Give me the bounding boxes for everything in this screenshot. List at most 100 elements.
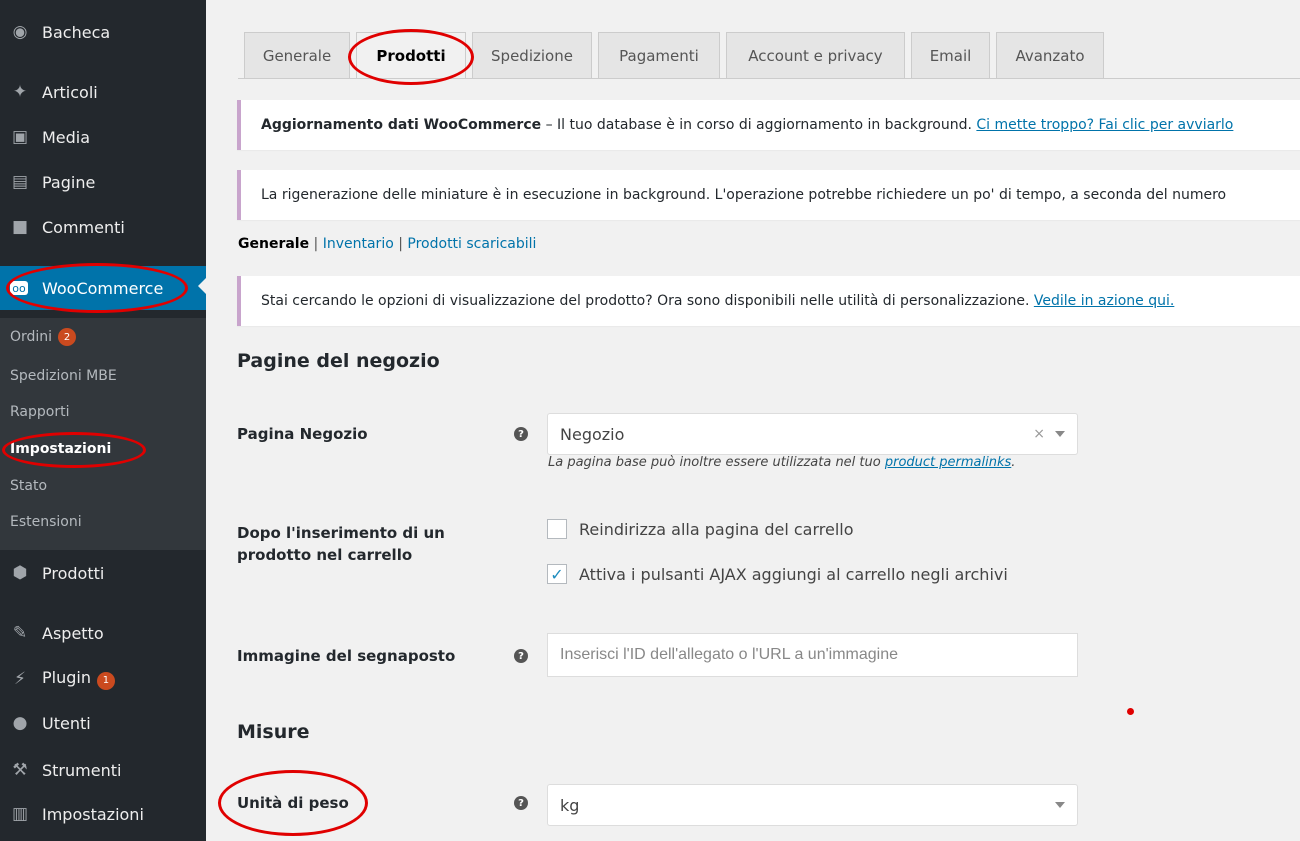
display-options-notice: Stai cercando le opzioni di visualizzazi… (237, 276, 1300, 326)
thumbnail-notice: La rigenerazione delle miniature è in es… (237, 170, 1300, 220)
section-title-shop-pages: Pagine del negozio (237, 350, 440, 372)
menu-item-label: Pagine (42, 172, 96, 192)
menu-item-plugins[interactable]: ⚡ Plugin 1 (0, 659, 206, 699)
submenu-item-label: Spedizioni MBE (10, 368, 117, 384)
tab-email[interactable]: Email (911, 32, 990, 78)
add-to-cart-label-line: prodotto nel carrello (237, 546, 413, 564)
update-notice: Aggiornamento dati WooCommerce – Il tuo … (237, 100, 1300, 150)
submenu-item-status[interactable]: Stato (10, 475, 47, 497)
shop-page-description: La pagina base può inoltre essere utiliz… (548, 455, 1015, 470)
weight-unit-value: kg (560, 795, 580, 815)
section-title-measures: Misure (237, 721, 310, 743)
menu-item-label: Aspetto (42, 623, 104, 643)
menu-item-label: Plugin 1 (42, 668, 115, 690)
menu-item-label: WooCommerce (42, 278, 164, 298)
section-links: Generale | Inventario | Prodotti scarica… (238, 236, 536, 252)
tab-label: Email (929, 46, 972, 65)
shop-page-desc-text: La pagina base può inoltre essere utiliz… (548, 455, 885, 470)
plugins-label: Plugin (42, 668, 91, 688)
ajax-add-to-cart-option[interactable]: ✓ Attiva i pulsanti AJAX aggiungi al car… (547, 564, 1008, 584)
tab-label: Prodotti (376, 47, 446, 65)
menu-item-dashboard[interactable]: ◉ Bacheca (0, 12, 206, 52)
plugins-update-badge: 1 (96, 671, 115, 690)
section-link-general[interactable]: Generale (238, 236, 309, 252)
media-icon: ▣ (11, 127, 29, 147)
annotation-dot (1127, 708, 1134, 715)
update-notice-title: Aggiornamento dati WooCommerce (261, 117, 542, 133)
tab-label: Avanzato (1015, 46, 1085, 65)
add-to-cart-label-line: Dopo l'inserimento di un (237, 524, 445, 542)
shop-page-desc-end: . (1011, 455, 1016, 470)
add-to-cart-label: Dopo l'inserimento di un prodotto nel ca… (237, 522, 445, 566)
menu-item-settings[interactable]: ▥ Impostazioni (0, 794, 206, 834)
tab-products[interactable]: Prodotti (356, 32, 466, 79)
redirect-to-cart-option[interactable]: Reindirizza alla pagina del carrello (547, 519, 854, 539)
submenu-item-label: Rapporti (10, 404, 70, 420)
page-icon: ▤ (11, 172, 29, 192)
help-icon[interactable]: ? (514, 649, 528, 663)
product-permalinks-link[interactable]: product permalinks (885, 455, 1011, 470)
box-icon: ⬢ (12, 563, 28, 583)
redirect-checkbox-label: Reindirizza alla pagina del carrello (579, 519, 854, 539)
ajax-checkbox[interactable]: ✓ (547, 564, 567, 584)
chevron-down-icon (1055, 431, 1065, 437)
menu-item-label: Articoli (42, 82, 98, 102)
tab-payments[interactable]: Pagamenti (598, 32, 720, 78)
submenu-item-label: Ordini (10, 329, 53, 345)
orders-count-badge: 2 (58, 328, 77, 346)
menu-item-woocommerce[interactable]: oo WooCommerce (0, 266, 206, 310)
submenu-item-orders[interactable]: Ordini 2 (10, 326, 77, 348)
menu-item-products[interactable]: ⬢ Prodotti (0, 553, 206, 593)
display-notice-link[interactable]: Vedile in azione qui. (1034, 293, 1174, 309)
menu-item-tools[interactable]: ⚒ Strumenti (0, 750, 206, 790)
section-link-downloadable[interactable]: Prodotti scaricabili (407, 236, 536, 252)
weight-unit-select[interactable]: kg (547, 784, 1078, 826)
menu-item-appearance[interactable]: ✎ Aspetto (0, 613, 206, 653)
tab-label: Generale (262, 46, 332, 65)
menu-item-pages[interactable]: ▤ Pagine (0, 162, 206, 202)
menu-item-posts[interactable]: ✦ Articoli (0, 72, 206, 112)
submenu-item-label: Impostazioni (10, 441, 112, 457)
thumbnail-notice-text: La rigenerazione delle miniature è in es… (261, 187, 1227, 203)
section-separator: | (393, 236, 408, 252)
settings-icon: ▥ (11, 804, 29, 824)
help-icon[interactable]: ? (514, 427, 528, 441)
shop-page-value: Negozio (560, 424, 625, 444)
redirect-checkbox[interactable] (547, 519, 567, 539)
submenu-item-reports[interactable]: Rapporti (10, 401, 69, 423)
menu-item-users[interactable]: ● Utenti (0, 703, 206, 743)
placeholder-image-input[interactable] (547, 633, 1078, 677)
update-notice-link[interactable]: Ci mette troppo? Fai clic per avviarlo (976, 117, 1233, 133)
clear-icon[interactable]: × (1033, 426, 1045, 442)
shop-page-label: Pagina Negozio (237, 425, 368, 443)
menu-item-label: Media (42, 127, 91, 147)
checkmark-icon: ✓ (550, 564, 564, 584)
brush-icon: ✎ (12, 623, 28, 643)
tab-general[interactable]: Generale (244, 32, 350, 78)
submenu-item-extensions[interactable]: Estensioni (10, 511, 82, 533)
menu-item-label: Impostazioni (42, 804, 144, 824)
tabs-divider (238, 78, 1300, 79)
tab-label: Account e privacy (748, 46, 883, 65)
pin-icon: ✦ (12, 82, 28, 102)
weight-unit-label: Unità di peso (237, 794, 349, 812)
menu-item-label: Prodotti (42, 563, 105, 583)
tab-advanced[interactable]: Avanzato (996, 32, 1104, 78)
display-notice-text: Stai cercando le opzioni di visualizzazi… (261, 293, 1034, 309)
menu-item-label: Strumenti (42, 760, 122, 780)
menu-item-media[interactable]: ▣ Media (0, 117, 206, 157)
menu-item-label: Bacheca (42, 22, 111, 42)
plugin-icon: ⚡ (14, 669, 26, 689)
update-notice-text: – Il tuo database è in corso di aggiorna… (541, 117, 977, 133)
ajax-checkbox-label: Attiva i pulsanti AJAX aggiungi al carre… (579, 564, 1008, 584)
tab-shipping[interactable]: Spedizione (472, 32, 592, 78)
submenu-item-settings[interactable]: Impostazioni (10, 438, 111, 460)
help-icon[interactable]: ? (514, 796, 528, 810)
comment-icon: ■ (11, 217, 29, 237)
submenu-item-mbe-shipping[interactable]: Spedizioni MBE (10, 365, 117, 387)
shop-page-select[interactable]: Negozio × (547, 413, 1078, 455)
section-link-inventory[interactable]: Inventario (323, 236, 394, 252)
menu-item-comments[interactable]: ■ Commenti (0, 207, 206, 247)
tab-accounts-privacy[interactable]: Account e privacy (726, 32, 905, 78)
woocommerce-icon: oo (10, 281, 28, 295)
